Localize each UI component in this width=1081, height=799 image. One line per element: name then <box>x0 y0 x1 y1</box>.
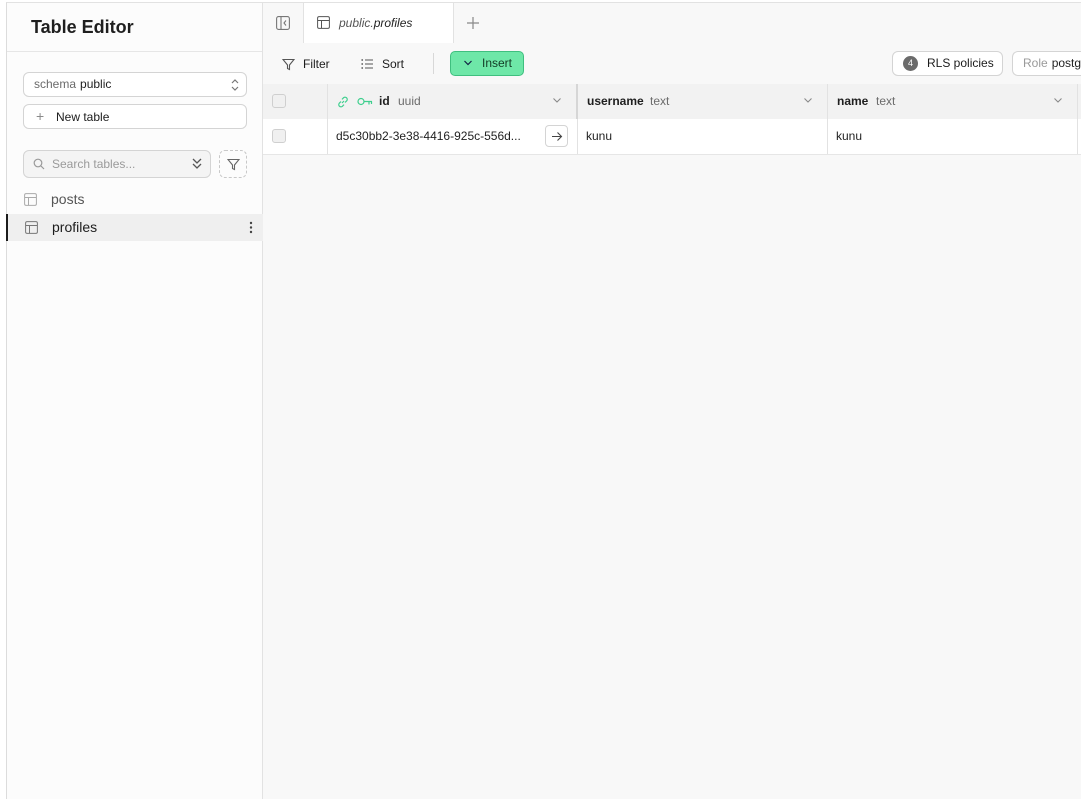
sidebar-title: Table Editor <box>31 17 134 37</box>
schema-select[interactable]: schema public <box>23 72 247 97</box>
rls-policies-label: RLS policies <box>927 56 994 70</box>
table-icon <box>317 16 330 29</box>
filter-button[interactable]: Filter <box>282 52 342 76</box>
arrow-right-icon <box>552 132 563 141</box>
chevron-up-down-icon <box>231 79 239 91</box>
tab-label: public.profiles <box>339 3 412 43</box>
column-type: text <box>876 94 896 108</box>
plus-icon: + <box>36 108 45 124</box>
rls-count-badge: 4 <box>903 56 918 71</box>
chevron-down-icon <box>464 60 472 66</box>
toolbar: Filter Sort Insert 4 RLS policies Role po… <box>263 43 1081 85</box>
chevron-down-icon[interactable] <box>1053 97 1063 104</box>
add-tab-icon[interactable] <box>462 12 484 34</box>
cell-value: d5c30bb2-3e38-4416-925c-556d... <box>336 129 521 143</box>
chevrons-down-icon[interactable] <box>191 157 203 171</box>
list-icon <box>361 59 373 69</box>
filter-icon <box>227 158 240 171</box>
sort-button-label: Sort <box>382 57 405 71</box>
insert-button-label: Insert <box>482 56 513 70</box>
link-icon <box>338 96 348 108</box>
column-header-username[interactable]: username text <box>578 84 828 119</box>
table-icon <box>24 193 37 206</box>
schema-select-value: public <box>80 77 112 91</box>
more-vertical-icon[interactable] <box>249 221 253 234</box>
filter-button-label: Filter <box>303 57 330 71</box>
new-table-button[interactable]: + New table <box>23 104 247 129</box>
cell-value: kunu <box>586 129 613 143</box>
cell-value: kunu <box>836 129 863 143</box>
table-icon <box>25 221 38 234</box>
search-tables-input[interactable]: Search tables... <box>23 150 211 178</box>
role-select[interactable]: Rolepostgres <box>1012 51 1081 76</box>
sidebar-item-posts[interactable]: posts <box>7 186 263 213</box>
column-name: username <box>587 94 644 108</box>
key-icon <box>357 97 373 106</box>
tab-table-name: profiles <box>373 16 413 30</box>
column-type: uuid <box>398 94 421 108</box>
table-row[interactable]: d5c30bb2-3e38-4416-925c-556d... kunu kun… <box>263 119 1081 155</box>
column-header-name[interactable]: name text <box>828 84 1078 119</box>
select-all-checkbox[interactable] <box>272 94 286 108</box>
select-all-cell <box>263 84 328 119</box>
search-icon <box>33 158 45 170</box>
column-name: id <box>379 94 390 108</box>
chevron-down-icon[interactable] <box>552 97 562 104</box>
rls-policies-button[interactable]: 4 RLS policies <box>892 51 1003 76</box>
tab-bar: public.profiles <box>263 2 1081 44</box>
tab-schema: public. <box>339 16 374 30</box>
cell-username[interactable]: kunu <box>578 119 828 154</box>
sidebar-item-profiles[interactable]: profiles <box>6 214 264 241</box>
role-value: postgres <box>1051 56 1081 70</box>
chevron-down-icon[interactable] <box>803 97 813 104</box>
filter-icon <box>282 58 295 71</box>
sidebar-collapse-icon <box>276 16 290 30</box>
column-type: text <box>650 94 670 108</box>
new-table-label: New table <box>56 110 110 124</box>
grid-header-row: id uuid username text name text <box>263 84 1081 120</box>
toolbar-divider <box>433 53 434 74</box>
search-tables-placeholder: Search tables... <box>52 157 136 171</box>
column-name: name <box>837 94 869 108</box>
cell-name[interactable]: kunu <box>828 119 1078 154</box>
sidebar-item-label: posts <box>51 191 85 207</box>
foreign-key-link-button[interactable] <box>545 125 568 147</box>
sidebar-divider <box>7 51 262 52</box>
tab-profiles[interactable]: public.profiles <box>304 3 454 44</box>
sidebar: Table Editor schema public + New table Sea… <box>6 2 264 799</box>
column-header-id[interactable]: id uuid <box>328 84 578 119</box>
cell-id[interactable]: d5c30bb2-3e38-4416-925c-556d... <box>328 119 578 154</box>
row-checkbox[interactable] <box>272 129 286 143</box>
role-label: Role <box>1023 56 1048 70</box>
main-area: public.profiles Filter Sort Insert 4 RLS… <box>263 2 1081 799</box>
row-select-cell <box>263 119 328 154</box>
insert-button[interactable]: Insert <box>450 51 524 76</box>
collapse-sidebar-button[interactable] <box>263 3 304 43</box>
schema-select-label: schema <box>34 77 77 91</box>
sidebar-item-label: profiles <box>52 219 98 235</box>
filter-tables-button[interactable] <box>219 150 247 178</box>
sort-button[interactable]: Sort <box>361 52 413 76</box>
